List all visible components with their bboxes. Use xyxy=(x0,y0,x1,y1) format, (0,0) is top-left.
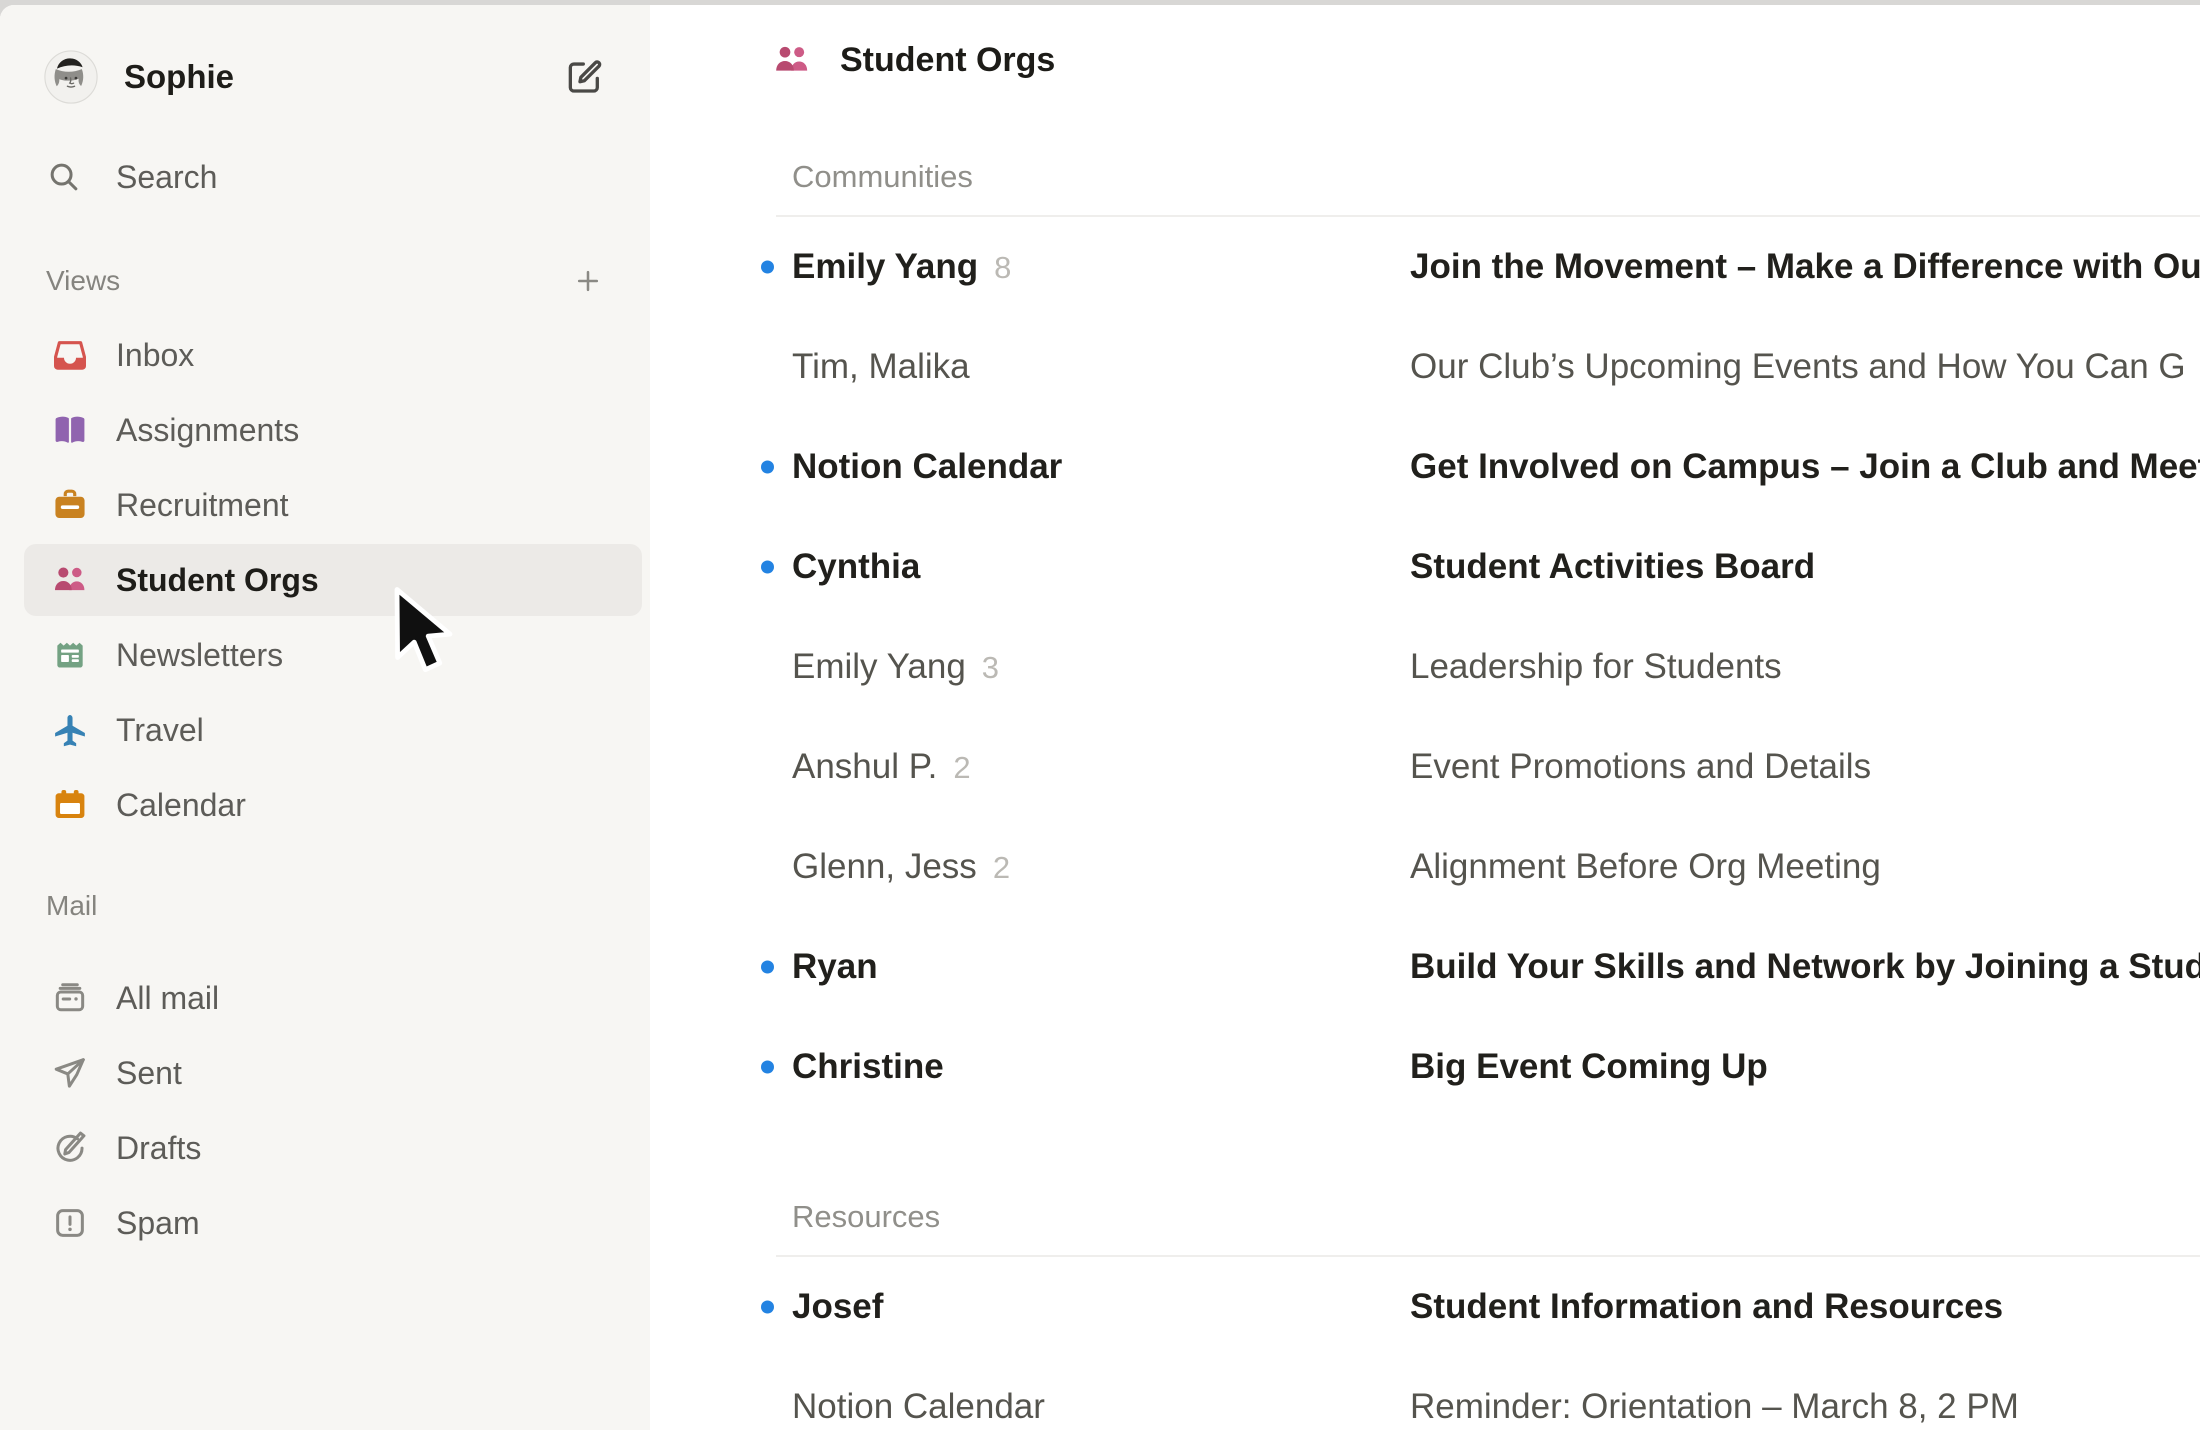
email-sender: Cynthia xyxy=(792,547,920,587)
email-subject: Event Promotions and Details xyxy=(1410,747,2200,787)
group-label-communities: Communities xyxy=(792,155,2200,199)
email-subject: Student Information and Resources xyxy=(1410,1287,2200,1327)
people-icon xyxy=(51,561,89,599)
views-nav: Inbox Assignments Recruitment Student Or… xyxy=(0,319,650,841)
email-sender: Notion Calendar xyxy=(792,1387,1045,1427)
sidebar-item-inbox[interactable]: Inbox xyxy=(24,319,642,391)
email-sender: Tim, Malika xyxy=(792,347,970,387)
email-subject: Our Club’s Upcoming Events and How You C… xyxy=(1410,347,2200,387)
email-row[interactable]: Anshul P. 2 Event Promotions and Details xyxy=(792,717,2200,817)
sidebar-item-sent[interactable]: Sent xyxy=(24,1037,642,1109)
thread-count: 2 xyxy=(993,850,1010,886)
thread-count: 8 xyxy=(994,250,1011,286)
sidebar-item-recruitment[interactable]: Recruitment xyxy=(24,469,642,541)
add-view-button[interactable] xyxy=(570,263,606,299)
sidebar-item-travel[interactable]: Travel xyxy=(24,694,642,766)
email-row[interactable]: Notion Calendar Reminder: Orientation – … xyxy=(792,1357,2200,1430)
page-title: Student Orgs xyxy=(840,41,1055,80)
email-row[interactable]: Cynthia Student Activities Board xyxy=(792,517,2200,617)
unread-dot-icon xyxy=(761,261,774,274)
email-sender: Glenn, Jess xyxy=(792,847,977,887)
email-group-resources: Josef Student Information and Resources … xyxy=(792,1257,2200,1430)
email-sender: Notion Calendar xyxy=(792,447,1062,487)
sidebar-item-drafts[interactable]: Drafts xyxy=(24,1112,642,1184)
email-sender: Josef xyxy=(792,1287,883,1327)
email-subject: Build Your Skills and Network by Joining… xyxy=(1410,947,2200,987)
email-subject: Alignment Before Org Meeting xyxy=(1410,847,2200,887)
sidebar-item-newsletters[interactable]: Newsletters xyxy=(24,619,642,691)
sidebar-item-calendar[interactable]: Calendar xyxy=(24,769,642,841)
newsletter-icon xyxy=(51,636,89,674)
send-icon xyxy=(51,1054,89,1092)
user-name: Sophie xyxy=(124,58,562,96)
email-row[interactable]: Tim, Malika Our Club’s Upcoming Events a… xyxy=(792,317,2200,417)
email-sender: Emily Yang xyxy=(792,647,966,687)
email-subject: Big Event Coming Up xyxy=(1410,1047,2200,1087)
unread-dot-icon xyxy=(761,961,774,974)
email-subject: Get Involved on Campus – Join a Club and… xyxy=(1410,447,2200,487)
student-orgs-icon xyxy=(772,40,812,80)
views-section-header: Views xyxy=(46,259,620,303)
page-header: Student Orgs xyxy=(650,5,2200,115)
allmail-icon xyxy=(51,979,89,1017)
email-sender: Emily Yang xyxy=(792,247,978,287)
search-label: Search xyxy=(116,159,217,196)
calendar-icon xyxy=(51,786,89,824)
plane-icon xyxy=(51,711,89,749)
unread-dot-icon xyxy=(761,1301,774,1314)
email-row[interactable]: Josef Student Information and Resources xyxy=(792,1257,2200,1357)
thread-count: 2 xyxy=(953,750,970,786)
inbox-icon xyxy=(51,336,89,374)
mail-list-pane: Student Orgs Communities Emily Yang 8 Jo… xyxy=(650,5,2200,1430)
email-sender: Anshul P. xyxy=(792,747,937,787)
book-icon xyxy=(51,411,89,449)
sidebar: Sophie Search Views Inbox Assignments Re… xyxy=(0,5,650,1430)
email-sender: Ryan xyxy=(792,947,878,987)
sidebar-item-all-mail[interactable]: All mail xyxy=(24,962,642,1034)
mail-section-label: Mail xyxy=(46,890,620,922)
email-subject: Join the Movement – Make a Difference wi… xyxy=(1410,247,2200,287)
sidebar-item-assignments[interactable]: Assignments xyxy=(24,394,642,466)
draft-icon xyxy=(51,1129,89,1167)
email-row[interactable]: Notion Calendar Get Involved on Campus –… xyxy=(792,417,2200,517)
search-icon xyxy=(46,159,82,195)
sidebar-item-spam[interactable]: Spam xyxy=(24,1187,642,1259)
briefcase-icon xyxy=(51,486,89,524)
email-row[interactable]: Emily Yang 8 Join the Movement – Make a … xyxy=(792,217,2200,317)
compose-icon xyxy=(563,56,605,98)
sidebar-item-student-orgs[interactable]: Student Orgs xyxy=(24,544,642,616)
email-sender: Christine xyxy=(792,1047,944,1087)
views-section-label: Views xyxy=(46,265,570,297)
spam-icon xyxy=(51,1204,89,1242)
search-button[interactable]: Search xyxy=(46,155,626,199)
mail-nav: All mail Sent Drafts Spam xyxy=(0,962,650,1259)
mail-section-header: Mail xyxy=(46,884,620,928)
account-row[interactable]: Sophie xyxy=(44,47,626,107)
thread-count: 3 xyxy=(982,650,999,686)
email-row[interactable]: Christine Big Event Coming Up xyxy=(792,1017,2200,1117)
email-subject: Leadership for Students xyxy=(1410,647,2200,687)
email-subject: Reminder: Orientation – March 8, 2 PM xyxy=(1410,1387,2200,1427)
avatar[interactable] xyxy=(44,50,98,104)
unread-dot-icon xyxy=(761,461,774,474)
plus-icon xyxy=(572,265,604,297)
email-row[interactable]: Ryan Build Your Skills and Network by Jo… xyxy=(792,917,2200,1017)
unread-dot-icon xyxy=(761,561,774,574)
email-row[interactable]: Glenn, Jess 2 Alignment Before Org Meeti… xyxy=(792,817,2200,917)
email-row[interactable]: Emily Yang 3 Leadership for Students xyxy=(792,617,2200,717)
email-subject: Student Activities Board xyxy=(1410,547,2200,587)
unread-dot-icon xyxy=(761,1061,774,1074)
mail-app-window: Sophie Search Views Inbox Assignments Re… xyxy=(0,5,2200,1430)
compose-button[interactable] xyxy=(562,55,606,99)
group-label-resources: Resources xyxy=(792,1195,2200,1239)
email-group-communities: Emily Yang 8 Join the Movement – Make a … xyxy=(792,217,2200,1117)
